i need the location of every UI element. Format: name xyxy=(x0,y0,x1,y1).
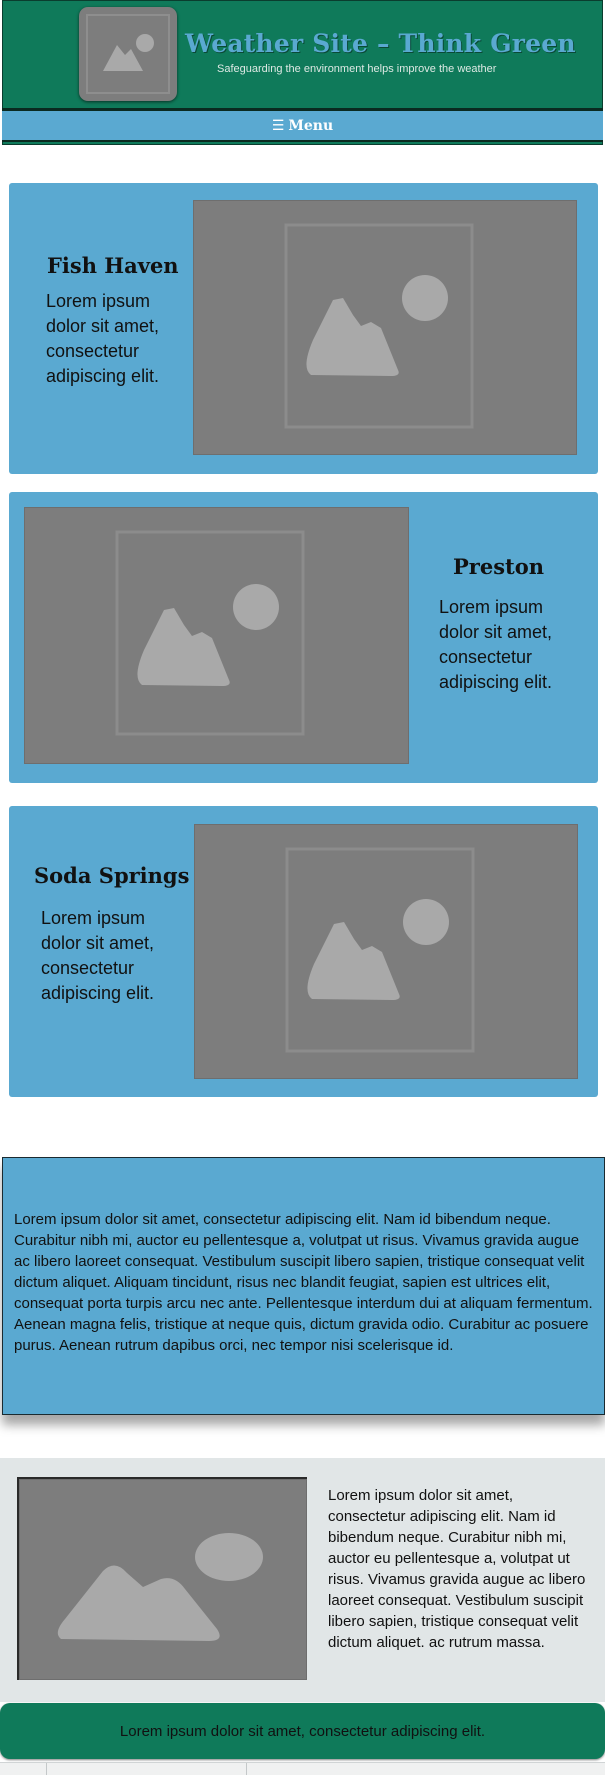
town-card-fish-haven[interactable]: Fish Haven Lorem ipsum dolor sit amet, c… xyxy=(9,183,598,474)
site-title: Weather Site – Think Green xyxy=(185,29,576,58)
about-text: Lorem ipsum dolor sit amet, consectetur … xyxy=(14,1211,593,1354)
divider xyxy=(246,1763,247,1775)
feature-image-placeholder-icon xyxy=(17,1477,307,1680)
town-name: Preston xyxy=(453,554,545,579)
logo-image-placeholder-icon[interactable] xyxy=(79,7,177,101)
menu-button[interactable]: ☰ Menu xyxy=(2,108,603,142)
town-description: Lorem ipsum dolor sit amet, consectetur … xyxy=(46,291,160,386)
site-footer: Lorem ipsum dolor sit amet, consectetur … xyxy=(0,1703,605,1759)
hamburger-icon: ☰ xyxy=(271,117,285,134)
town-description: Lorem ipsum dolor sit amet, consectetur … xyxy=(439,597,553,692)
town-card-preston[interactable]: Preston Lorem ipsum dolor sit amet, cons… xyxy=(9,492,598,783)
town-image-placeholder-icon xyxy=(193,200,577,455)
feature-text: Lorem ipsum dolor sit amet, consectetur … xyxy=(328,1487,586,1651)
town-name: Soda Springs xyxy=(34,863,190,888)
town-image-placeholder-icon xyxy=(194,824,578,1079)
site-tagline: Safeguarding the environment helps impro… xyxy=(217,63,497,75)
feature-section: Lorem ipsum dolor sit amet, consectetur … xyxy=(0,1458,605,1702)
town-description: Lorem ipsum dolor sit amet, consectetur … xyxy=(41,908,155,1003)
town-card-soda-springs[interactable]: Soda Springs Lorem ipsum dolor sit amet,… xyxy=(9,806,598,1097)
town-name: Fish Haven xyxy=(47,253,179,278)
divider xyxy=(46,1763,47,1775)
bottom-bar xyxy=(0,1762,605,1775)
about-section: Lorem ipsum dolor sit amet, consectetur … xyxy=(2,1157,605,1415)
footer-text: Lorem ipsum dolor sit amet, consectetur … xyxy=(119,1722,486,1740)
town-image-placeholder-icon xyxy=(24,507,409,764)
menu-label: Menu xyxy=(288,117,334,134)
